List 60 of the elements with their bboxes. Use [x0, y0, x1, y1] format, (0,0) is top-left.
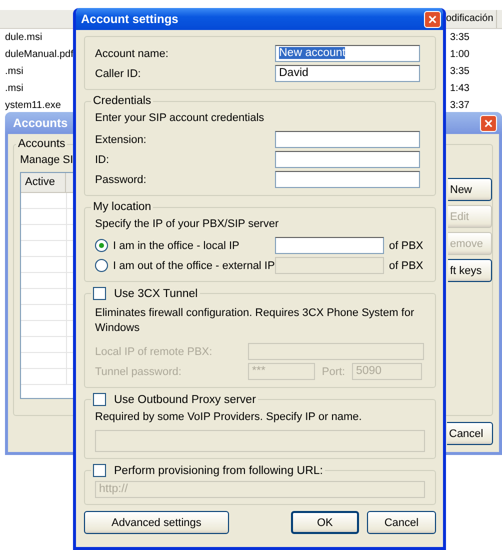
radio-button[interactable] — [95, 239, 108, 252]
cancel-button[interactable]: Cancel — [447, 422, 493, 445]
input-field[interactable] — [248, 343, 424, 360]
close-icon — [428, 14, 437, 24]
field-label: Password: — [95, 174, 148, 186]
ok-button[interactable]: OK — [290, 511, 359, 534]
file-name: .msi — [4, 65, 24, 79]
checkbox[interactable] — [93, 464, 106, 477]
advanced-settings-button[interactable]: Advanced settings — [84, 511, 229, 534]
field-label: Extension: — [95, 134, 148, 146]
file-name: dule.msi — [4, 31, 42, 45]
description-text: Manage SI — [20, 153, 74, 168]
field-label: Port: — [320, 366, 346, 378]
file-name: ystem11.exe — [4, 99, 61, 113]
hint-text: Enter your SIP account credentials — [95, 111, 266, 126]
checkbox[interactable] — [93, 393, 106, 406]
hint-text: Specify the IP of your PBX/SIP server — [95, 217, 280, 232]
field-label: ID: — [95, 154, 110, 166]
input-field[interactable]: New account — [275, 45, 420, 62]
field-label: Local IP of remote PBX: — [95, 346, 214, 358]
close-button[interactable] — [424, 10, 441, 28]
checkbox-label[interactable]: Use 3CX Tunnel — [114, 288, 198, 300]
file-time: 3:37 — [450, 99, 470, 113]
field-label: Caller ID: — [95, 68, 142, 80]
file-time: 3:35 — [450, 65, 470, 79]
input-field[interactable]: David — [275, 65, 420, 82]
file-name: duleManual.pdf — [4, 48, 74, 62]
checkbox-label[interactable]: Use Outbound Proxy server — [114, 394, 256, 406]
cancel-button[interactable]: Cancel — [366, 511, 436, 534]
field-label: Account name: — [95, 48, 170, 60]
group-label: Credentials — [92, 95, 152, 107]
input-field[interactable] — [275, 151, 420, 168]
radio-button[interactable] — [95, 259, 108, 272]
unit-label: of PBX — [388, 260, 424, 272]
hint-text: Eliminates firewall configuration. Requires 3CX Phone System for Windows — [95, 306, 415, 336]
button[interactable]: New — [448, 178, 492, 201]
input-field[interactable] — [95, 430, 425, 452]
input-field[interactable] — [275, 237, 384, 254]
file-time: 3:35 — [450, 31, 470, 45]
group-label: My location — [92, 201, 152, 213]
file-time: 1:00 — [450, 48, 470, 62]
column-header[interactable]: Active — [21, 173, 66, 192]
file-time: 1:43 — [450, 82, 470, 96]
file-name: .msi — [4, 82, 24, 96]
radio-label[interactable]: I am in the office - local IP — [113, 240, 240, 252]
input-field[interactable] — [275, 257, 384, 274]
input-field[interactable] — [275, 131, 420, 148]
input-field[interactable] — [275, 171, 420, 188]
field-label: Tunnel password: — [95, 366, 182, 378]
checkbox[interactable] — [93, 287, 106, 300]
button[interactable]: ft keys — [448, 259, 492, 282]
checkbox-label[interactable]: Perform provisioning from following URL: — [114, 464, 323, 476]
close-icon — [484, 118, 493, 128]
dialog-title: Account settings — [81, 12, 178, 26]
hint-text: Required by some VoIP Providers. Specify IP or name. — [95, 410, 363, 425]
window-title: Accounts — [13, 116, 68, 130]
radio-label[interactable]: I am out of the office - external IP — [113, 260, 275, 272]
unit-label: of PBX — [388, 240, 424, 252]
group-label: Accounts — [17, 138, 66, 150]
close-button[interactable] — [480, 114, 497, 132]
